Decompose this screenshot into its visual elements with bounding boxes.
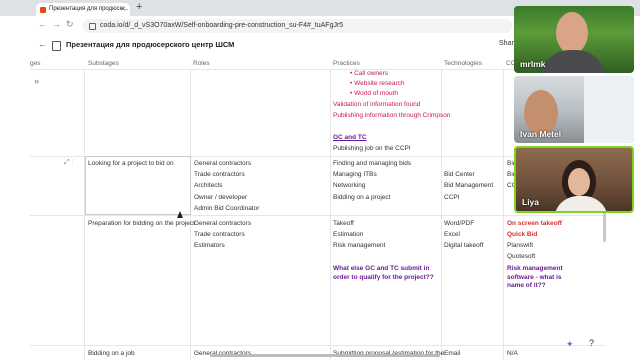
url-field[interactable]: coda.io/d/_d_vS3O70axW/Self-onboarding-p… <box>82 19 512 33</box>
list-item: Website research <box>350 80 404 87</box>
role-item: Owner / developer <box>194 194 248 201</box>
cc-note: Risk management software - what is name … <box>507 265 563 289</box>
forward-icon[interactable]: → <box>52 19 61 29</box>
substage-cell[interactable]: Preparation for bidding on the project <box>88 220 195 227</box>
participant-face <box>556 12 588 54</box>
back-icon[interactable]: ← <box>38 19 47 29</box>
list-item: Call owners <box>350 70 388 77</box>
doc-icon <box>52 41 61 51</box>
role-item: Trade contractors <box>194 231 245 238</box>
substage-cell[interactable]: Bidding on a job <box>88 350 135 357</box>
cc-item: N/A <box>507 350 518 357</box>
participant-shirt <box>540 50 606 73</box>
substage-cell[interactable]: Looking for a project to bid on <box>88 160 174 167</box>
row-divider <box>30 345 605 346</box>
participant-name: mrlmk <box>520 59 546 69</box>
practice-item: Finding and managing bids <box>333 160 412 167</box>
practice-item: Takeoff <box>333 220 354 227</box>
help-icon[interactable]: ? <box>589 338 594 348</box>
doc-title: Презентация для продюсерского центр ШСМ <box>66 40 235 49</box>
new-tab-icon[interactable]: + <box>136 1 142 13</box>
practice-text: Publishing information through Crimpson <box>333 112 451 119</box>
cc-item: Quick Bid <box>507 231 538 238</box>
column-header-technologies[interactable]: Technologies <box>444 60 482 67</box>
reload-icon[interactable]: ↻ <box>66 19 74 30</box>
cc-item: On screen takeoff <box>507 220 562 227</box>
role-item: Admin Bid Coordinator <box>194 205 260 212</box>
technology-item: Excel <box>444 231 460 238</box>
browser-tab[interactable]: Презентация для продюсе... ✕ <box>36 3 130 16</box>
assistant-icon[interactable]: ✦ <box>566 339 574 350</box>
role-item: General contractors <box>194 220 252 227</box>
technology-item: Bid Management <box>444 182 494 189</box>
section-heading: GC and TC <box>333 134 367 141</box>
participant-shirt <box>554 196 608 211</box>
video-tile-mrlmk[interactable]: mrlmk <box>514 6 634 73</box>
technology-item: Word/PDF <box>444 220 475 227</box>
column-header-practices[interactable]: Practices <box>333 60 360 67</box>
cc-item: Planswift <box>507 242 534 249</box>
practice-item: Managing ITBs <box>333 171 377 178</box>
participant-face <box>568 168 590 196</box>
video-tile-liya[interactable]: Liya <box>514 146 634 213</box>
practice-item: Estimation <box>333 231 364 238</box>
practice-item: Networking <box>333 182 366 189</box>
row-divider <box>30 215 605 216</box>
row-expand-icon[interactable]: ⤢ ⋮ <box>64 159 73 167</box>
cc-item: Quotesoft <box>507 253 536 260</box>
horizontal-scrollbar[interactable] <box>210 354 440 357</box>
practice-text: Publishing job on the CCPI <box>333 145 411 152</box>
practice-item: Bidding on a project <box>333 194 391 201</box>
practice-item: Risk management <box>333 242 386 249</box>
lock-icon <box>89 23 96 30</box>
role-item: Architects <box>194 182 223 189</box>
practice-text: Validation of information found <box>333 101 421 108</box>
url-text: coda.io/d/_d_vS3O70axW/Self-onboarding-p… <box>100 22 344 29</box>
practice-note: What else GC and TC submit in order to q… <box>333 265 434 281</box>
column-header-stages[interactable]: ges <box>30 60 40 67</box>
participant-name: Ivan Metel <box>520 129 562 139</box>
window-light <box>584 76 634 143</box>
browser-tab-title: Презентация для продюсе... <box>49 6 128 12</box>
technology-item: CCPI <box>444 194 460 201</box>
technology-item: Digital takeoff <box>444 242 484 249</box>
coda-favicon-icon <box>40 7 46 13</box>
column-header-substages[interactable]: Substages <box>88 60 119 67</box>
role-item: General contractors <box>194 160 252 167</box>
technology-item: Email <box>444 350 461 357</box>
vertical-scrollbar[interactable] <box>603 210 606 242</box>
role-item: Trade contractors <box>194 171 245 178</box>
role-item: Estimators <box>194 242 225 249</box>
participant-name: Liya <box>522 197 540 207</box>
video-tile-ivan-metel[interactable]: Ivan Metel <box>514 76 634 143</box>
mouse-cursor-icon <box>177 211 183 218</box>
close-tab-icon[interactable]: ✕ <box>120 3 126 16</box>
doc-back-icon[interactable]: ← <box>38 39 47 49</box>
list-item: World of mouth <box>350 90 398 97</box>
expand-icon[interactable]: » <box>34 76 39 86</box>
technology-item: Bid Center <box>444 171 475 178</box>
column-header-roles[interactable]: Roles <box>193 60 210 67</box>
